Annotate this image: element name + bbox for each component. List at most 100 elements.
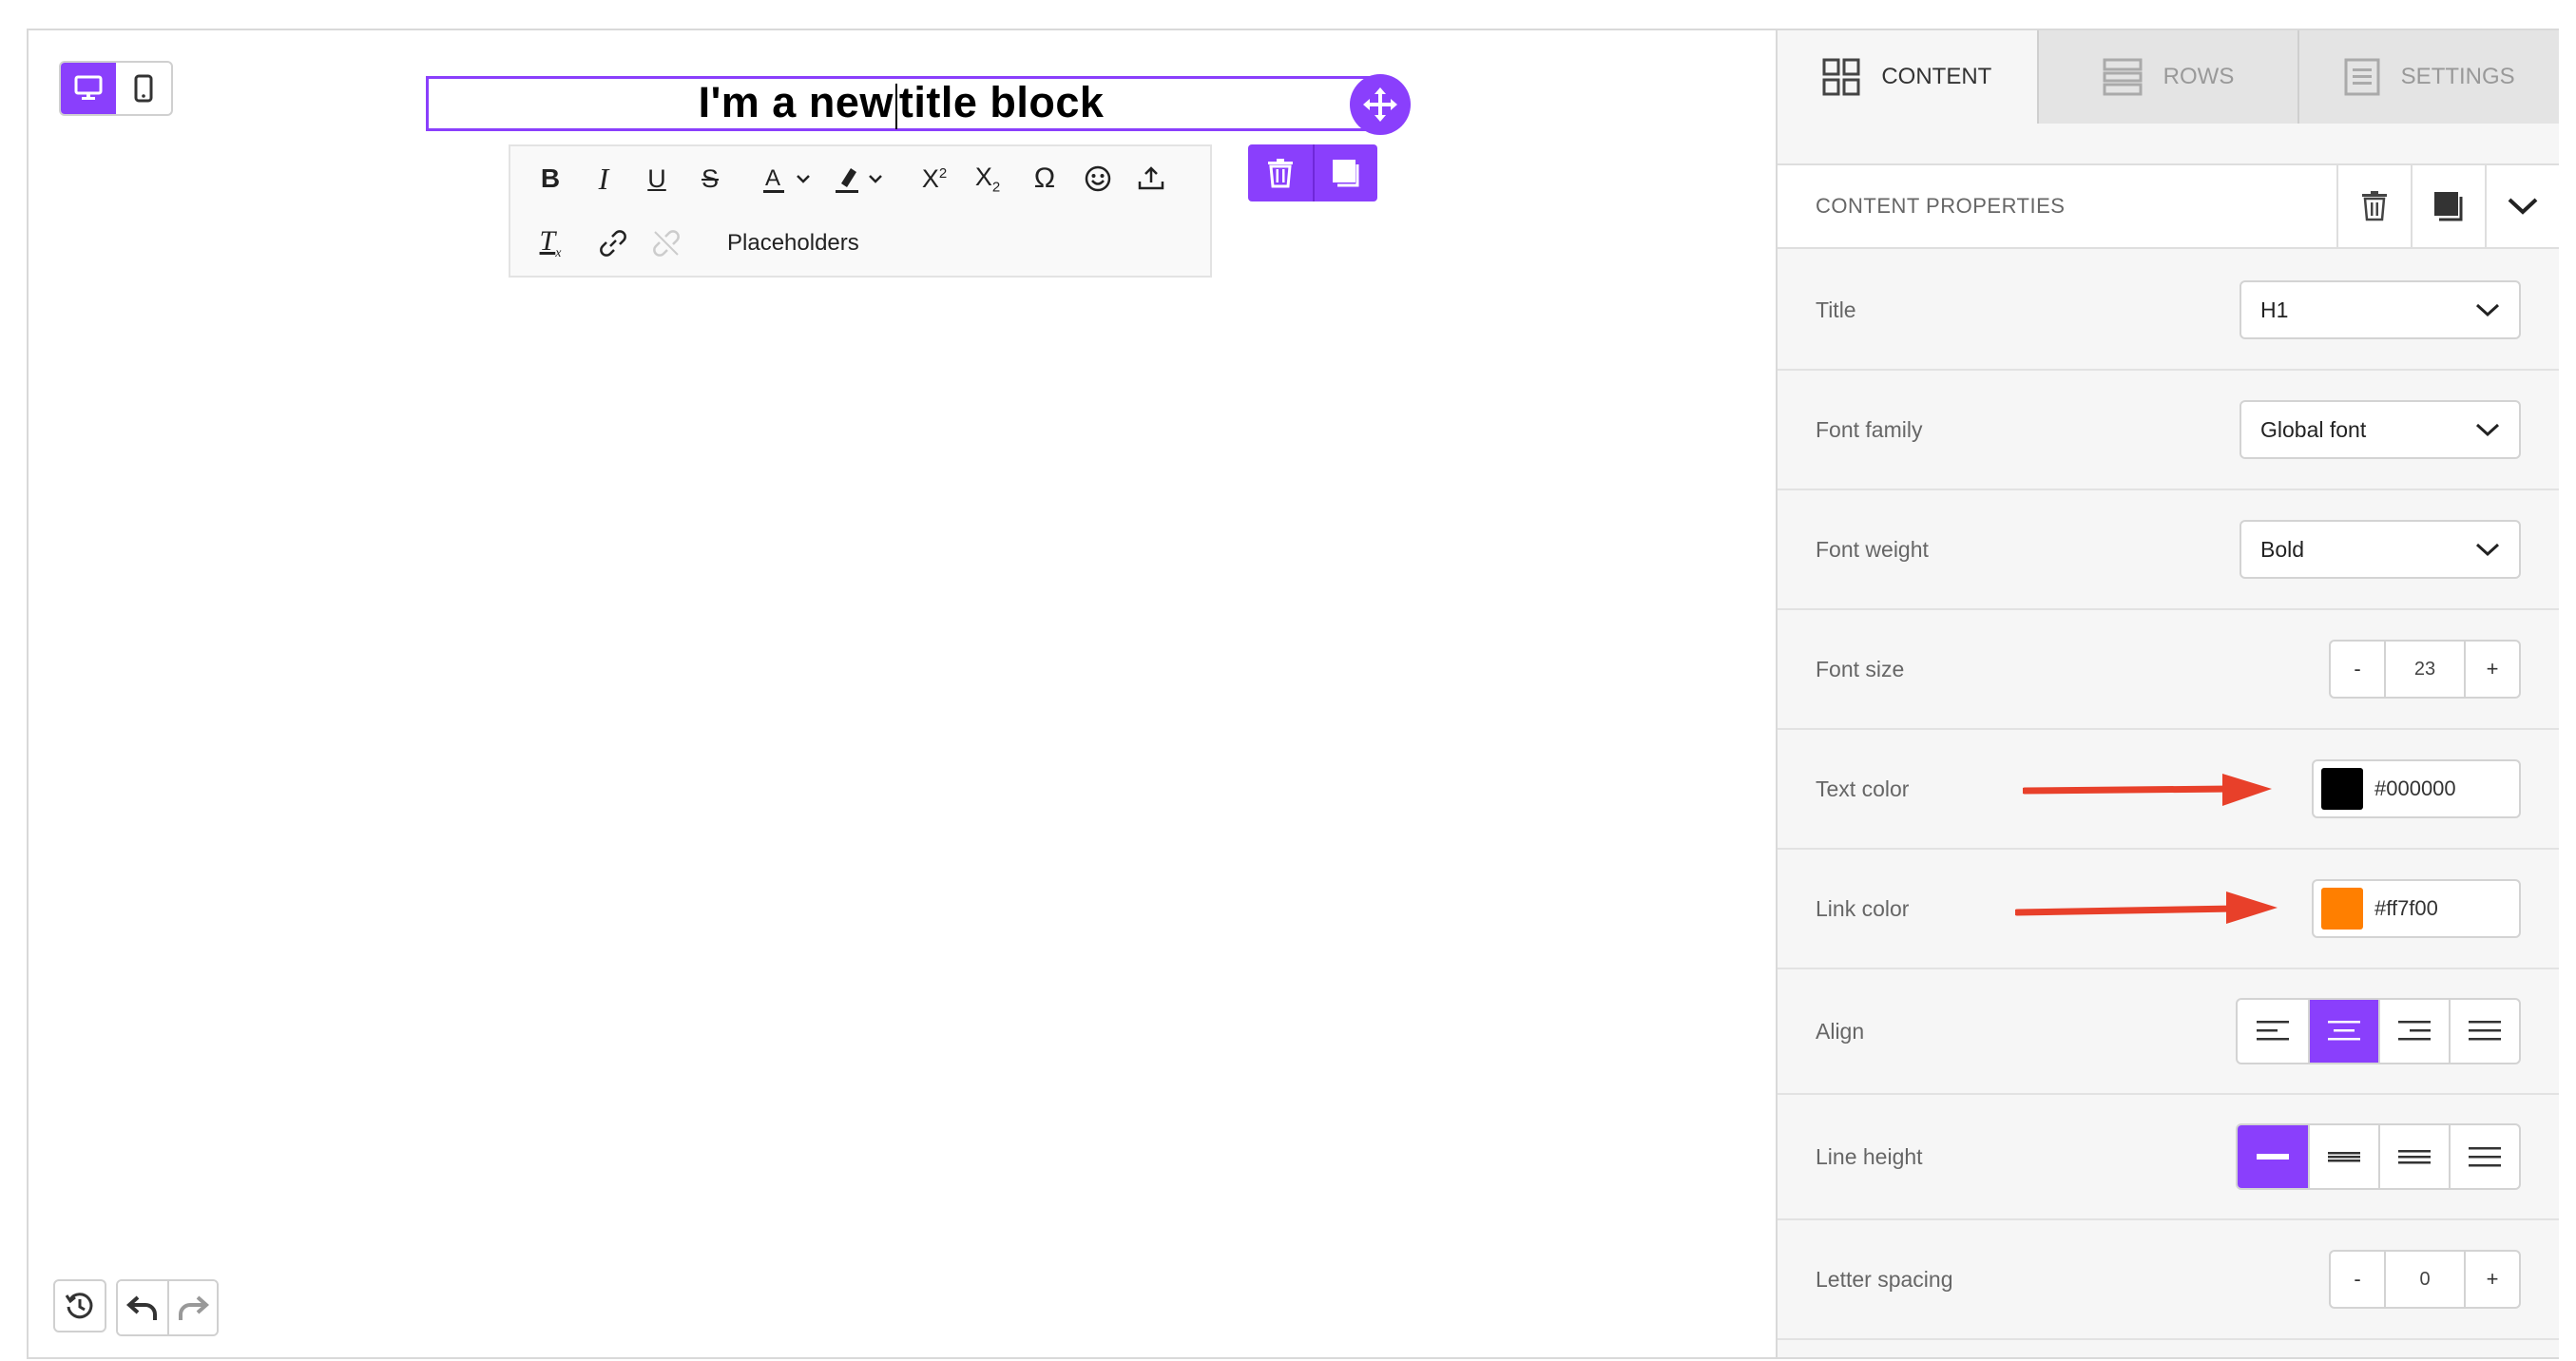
tab-content[interactable]: CONTENT <box>1778 30 2037 124</box>
line-height-4-button[interactable] <box>2449 1125 2519 1188</box>
prop-font-family-label: Font family <box>1816 416 1923 442</box>
delete-content-button[interactable] <box>2336 165 2411 247</box>
sidebar-tabs: CONTENT ROWS SETTINGS <box>1778 30 2560 124</box>
design-canvas: I'm a new title block B I U S A X2 X2 Ω … <box>29 30 1776 1357</box>
block-actions <box>1248 144 1377 201</box>
toolbar-row-2: Tx Placeholders <box>510 211 1210 276</box>
clear-format-icon: Tx <box>539 225 562 260</box>
line-height-tight-icon <box>2257 1154 2289 1160</box>
link-color-swatch[interactable] <box>2321 888 2363 930</box>
line-height-1-button[interactable] <box>2238 1125 2308 1188</box>
link-color-input[interactable]: #ff7f00 <box>2312 879 2521 938</box>
desktop-icon <box>74 75 103 100</box>
highlight-button[interactable] <box>826 152 898 205</box>
align-justify-button[interactable] <box>2449 1000 2519 1063</box>
align-right-button[interactable] <box>2378 1000 2449 1063</box>
duplicate-block-button[interactable] <box>1313 144 1377 201</box>
tab-rows[interactable]: ROWS <box>2036 30 2298 124</box>
superscript-button[interactable]: X2 <box>908 152 961 205</box>
prop-align: Align <box>1778 969 2559 1095</box>
font-weight-select[interactable]: Bold <box>2240 520 2521 579</box>
font-size-increment[interactable]: + <box>2466 642 2519 697</box>
link-button[interactable] <box>586 217 640 270</box>
text-color-button[interactable]: A <box>754 152 826 205</box>
chevron-down-icon <box>2475 423 2500 437</box>
subscript-button[interactable]: X2 <box>961 152 1014 205</box>
special-char-button[interactable]: Ω <box>1018 152 1071 205</box>
history-button[interactable] <box>53 1279 106 1332</box>
move-handle[interactable] <box>1350 74 1411 135</box>
prop-title: Title H1 <box>1778 251 2559 371</box>
align-center-icon <box>2328 1021 2360 1041</box>
collapse-button[interactable] <box>2485 165 2559 247</box>
unlink-icon <box>653 230 680 257</box>
subscript-icon: X2 <box>974 162 1001 196</box>
prop-line-height-label: Line height <box>1816 1143 1923 1169</box>
move-icon <box>1363 87 1397 122</box>
letter-spacing-decrement[interactable]: - <box>2331 1252 2384 1307</box>
editor-frame: I'm a new title block B I U S A X2 X2 Ω … <box>27 29 2560 1359</box>
sidebar: CONTENT ROWS SETTINGS CONTENT PROPERTIES <box>1776 30 2560 1357</box>
tab-content-label: CONTENT <box>1881 64 1992 89</box>
chevron-down-icon <box>2475 543 2500 557</box>
delete-block-button[interactable] <box>1248 144 1313 201</box>
align-center-button[interactable] <box>2308 1000 2378 1063</box>
clear-format-button[interactable]: Tx <box>524 217 577 270</box>
align-justify-icon <box>2469 1021 2501 1041</box>
redo-button[interactable] <box>167 1281 217 1334</box>
svg-text:A: A <box>765 165 780 191</box>
unlink-button[interactable] <box>640 217 693 270</box>
underline-icon: U <box>647 163 666 193</box>
letter-spacing-value[interactable]: 0 <box>2384 1252 2466 1307</box>
tab-settings[interactable]: SETTINGS <box>2297 30 2560 124</box>
line-height-3-button[interactable] <box>2378 1125 2449 1188</box>
prop-text-color-label: Text color <box>1816 776 1910 801</box>
highlight-icon <box>836 168 882 193</box>
title-block[interactable]: I'm a new title block <box>426 76 1376 131</box>
prop-title-label: Title <box>1816 297 1856 322</box>
text-color-swatch[interactable] <box>2321 768 2363 810</box>
device-switch <box>59 61 173 116</box>
upload-icon <box>1138 166 1164 190</box>
title-select[interactable]: H1 <box>2240 280 2521 339</box>
duplicate-content-button[interactable] <box>2411 165 2485 247</box>
annotation-arrow <box>2015 891 2278 924</box>
font-size-value[interactable]: 23 <box>2384 642 2466 697</box>
emoji-icon <box>1085 165 1111 192</box>
content-properties-header: CONTENT PROPERTIES <box>1778 163 2559 249</box>
line-height-2-button[interactable] <box>2308 1125 2378 1188</box>
content-properties-title: CONTENT PROPERTIES <box>1816 194 2066 218</box>
font-family-select[interactable]: Global font <box>2240 400 2521 459</box>
font-size-decrement[interactable]: - <box>2331 642 2384 697</box>
duplicate-icon <box>2434 192 2463 221</box>
align-left-button[interactable] <box>2238 1000 2308 1063</box>
line-height-relaxed-icon <box>2398 1150 2431 1164</box>
text-color-icon: A <box>763 165 810 193</box>
emoji-button[interactable] <box>1071 152 1125 205</box>
align-right-icon <box>2398 1021 2431 1041</box>
underline-button[interactable]: U <box>630 152 683 205</box>
prop-align-label: Align <box>1816 1018 1865 1044</box>
font-size-stepper: - 23 + <box>2329 640 2521 699</box>
trash-icon <box>2362 191 2387 221</box>
special-char-icon: Ω <box>1033 163 1056 194</box>
chevron-down-icon <box>2508 198 2538 215</box>
prop-letter-spacing-label: Letter spacing <box>1816 1266 1953 1292</box>
upload-button[interactable] <box>1125 152 1178 205</box>
italic-icon: I <box>598 161 609 196</box>
placeholders-menu[interactable]: Placeholders <box>693 230 859 257</box>
letter-spacing-increment[interactable]: + <box>2466 1252 2519 1307</box>
chevron-down-icon <box>2475 303 2500 317</box>
undo-redo-group <box>116 1279 219 1336</box>
mobile-icon <box>134 74 153 103</box>
desktop-view-button[interactable] <box>61 63 116 114</box>
prop-font-size: Font size - 23 + <box>1778 610 2559 730</box>
history-controls <box>53 1279 219 1336</box>
italic-button[interactable]: I <box>577 152 630 205</box>
title-text[interactable]: I'm a new title block <box>699 78 1105 129</box>
bold-button[interactable]: B <box>524 152 577 205</box>
strikethrough-button[interactable]: S <box>683 152 737 205</box>
undo-button[interactable] <box>118 1281 167 1334</box>
text-color-input[interactable]: #000000 <box>2312 759 2521 818</box>
mobile-view-button[interactable] <box>116 63 171 114</box>
